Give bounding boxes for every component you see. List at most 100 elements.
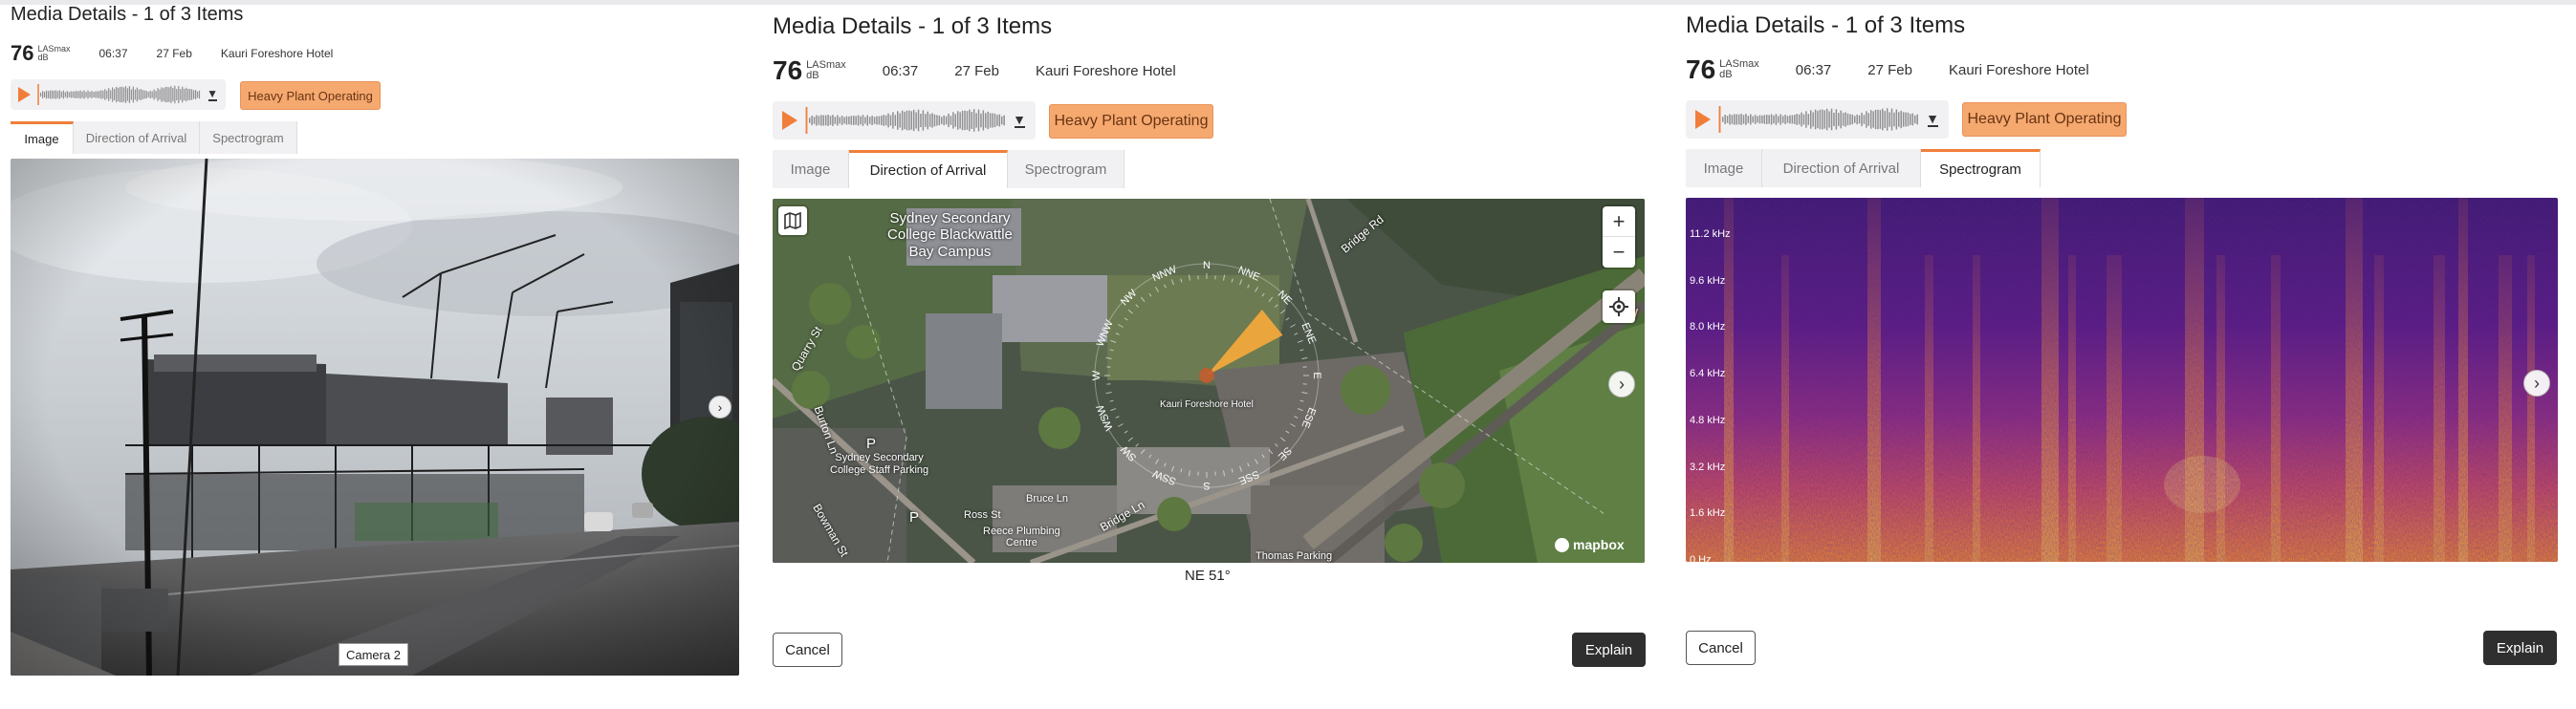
audio-waveform[interactable] — [36, 84, 201, 105]
level-unit: LASmax dB — [806, 60, 846, 81]
compass-label-w: W — [1091, 370, 1102, 380]
camera-photo — [11, 159, 739, 676]
audio-waveform[interactable] — [1717, 106, 1919, 133]
doa-readout: NE 51° — [1185, 568, 1231, 584]
chevron-right-icon: › — [2534, 373, 2540, 393]
unit-db: dB — [1719, 69, 1733, 80]
event-tag[interactable]: Heavy Plant Operating — [240, 81, 381, 110]
next-media-button[interactable]: › — [1608, 371, 1635, 397]
event-meta: 76 LASmax dB 06:37 27 Feb Kauri Foreshor… — [11, 41, 333, 66]
event-time: 06:37 — [1795, 61, 1832, 78]
frequency-label: 1.6 kHz — [1690, 507, 1726, 520]
event-location: Kauri Foreshore Hotel — [1948, 61, 2089, 78]
frequency-label: 4.8 kHz — [1690, 414, 1726, 426]
cancel-button[interactable]: Cancel — [1686, 631, 1756, 665]
event-date: 27 Feb — [954, 62, 999, 79]
level-value: 76 — [773, 55, 803, 85]
audio-waveform[interactable] — [804, 107, 1006, 134]
download-icon[interactable]: ▼ — [1926, 112, 1939, 127]
mapbox-attribution[interactable]: mapbox — [1555, 537, 1625, 552]
event-tag[interactable]: Heavy Plant Operating — [1049, 104, 1213, 139]
media-tabs: Image Direction of Arrival Spectrogram — [11, 121, 297, 154]
direction-compass: N NNENEENEEESESESSESSSWSWWSWWWNWNWNNW — [1091, 260, 1322, 491]
media-tabs: Image Direction of Arrival Spectrogram — [1686, 149, 2041, 187]
compass-label-ssw: SSW — [1151, 467, 1178, 487]
spectrogram-view: 11.2 kHz 9.6 kHz 8.0 kHz 6.4 kHz 4.8 kHz 3.2 … — [1686, 198, 2558, 562]
frequency-label: 6.4 kHz — [1690, 368, 1726, 380]
event-time: 06:37 — [882, 62, 919, 79]
compass-label-ese: ESE — [1299, 406, 1319, 430]
mapbox-logo-icon — [1555, 537, 1569, 552]
compass-label-nnw: NNW — [1151, 264, 1179, 284]
locate-button[interactable] — [1603, 290, 1635, 323]
tab-image[interactable]: Image — [11, 121, 74, 154]
locate-icon — [1609, 297, 1628, 316]
compass-label-wnw: WNW — [1095, 318, 1116, 349]
tab-spectrogram[interactable]: Spectrogram — [1921, 149, 2041, 187]
compass-label-se: SE — [1276, 444, 1294, 462]
compass-label-sse: SSE — [1237, 468, 1261, 487]
tab-direction-of-arrival[interactable]: Direction of Arrival — [849, 150, 1008, 188]
doa-map[interactable]: Sydney Secondary College Blackwattle Bay C… — [773, 199, 1645, 563]
cancel-button[interactable]: Cancel — [773, 633, 842, 667]
panel-title: Media Details - 1 of 3 Items — [773, 13, 1053, 39]
event-date: 27 Feb — [1867, 61, 1912, 78]
tab-direction-of-arrival[interactable]: Direction of Arrival — [74, 121, 200, 154]
panel-title: Media Details - 1 of 3 Items — [11, 4, 244, 25]
tab-image[interactable]: Image — [1686, 149, 1762, 187]
frequency-label: 8.0 kHz — [1690, 321, 1726, 333]
frequency-label: 11.2 kHz — [1690, 228, 1731, 240]
event-tag[interactable]: Heavy Plant Operating — [1962, 102, 2127, 137]
zoom-in-button[interactable]: + — [1603, 206, 1635, 237]
event-date: 27 Feb — [156, 47, 192, 60]
event-location: Kauri Foreshore Hotel — [220, 47, 334, 60]
download-icon[interactable]: ▼ — [1013, 113, 1026, 128]
level-value: 76 — [11, 41, 34, 65]
compass-label-nne: NNE — [1236, 265, 1261, 284]
compass-label-e: E — [1311, 372, 1322, 378]
chevron-right-icon: › — [717, 399, 723, 415]
unit-db: dB — [37, 53, 49, 62]
level-unit: LASmax dB — [1719, 59, 1759, 80]
play-icon[interactable] — [18, 87, 31, 102]
download-icon[interactable]: ▼ — [207, 88, 218, 101]
tab-image[interactable]: Image — [773, 150, 849, 188]
next-media-button[interactable]: › — [709, 396, 731, 419]
camera-image: Camera 2 › — [11, 159, 739, 676]
audio-player: ▼ — [1686, 100, 1949, 139]
audio-player: ▼ — [11, 79, 226, 110]
media-tabs: Image Direction of Arrival Spectrogram — [773, 150, 1124, 188]
spectrogram-image — [1686, 198, 2558, 562]
tab-spectrogram[interactable]: Spectrogram — [200, 121, 297, 154]
compass-label-ne: NE — [1276, 289, 1294, 307]
explain-button[interactable]: Explain — [1572, 633, 1646, 667]
play-icon[interactable] — [1695, 110, 1711, 129]
chevron-right-icon: › — [1619, 374, 1625, 394]
sensor-location-marker — [1199, 368, 1214, 383]
compass-label-n: N — [1203, 260, 1211, 271]
zoom-out-button[interactable]: − — [1603, 237, 1635, 268]
play-icon[interactable] — [782, 111, 797, 130]
level-value: 76 — [1686, 54, 1716, 84]
explain-button[interactable]: Explain — [2483, 631, 2557, 665]
top-divider — [0, 0, 2576, 5]
event-meta: 76 LASmax dB 06:37 27 Feb Kauri Foreshor… — [773, 55, 1176, 86]
compass-label-s: S — [1203, 480, 1210, 491]
event-meta: 76 LASmax dB 06:37 27 Feb Kauri Foreshor… — [1686, 54, 2089, 85]
map-style-button[interactable] — [778, 206, 807, 235]
frequency-label: 0 Hz — [1690, 553, 1712, 562]
tab-direction-of-arrival[interactable]: Direction of Arrival — [1762, 149, 1921, 187]
bearing-wedge — [1207, 310, 1283, 376]
level-unit: LASmax dB — [37, 45, 70, 62]
map-icon — [784, 212, 801, 229]
compass-label-wsw: WSW — [1095, 402, 1116, 432]
frequency-label: 9.6 kHz — [1690, 274, 1726, 287]
unit-db: dB — [806, 70, 819, 81]
tab-spectrogram[interactable]: Spectrogram — [1008, 150, 1124, 188]
frequency-label: 3.2 kHz — [1690, 461, 1726, 473]
compass-label-ene: ENE — [1299, 321, 1318, 345]
next-media-button[interactable]: › — [2523, 370, 2550, 397]
zoom-controls: + − — [1603, 206, 1635, 268]
panel-title: Media Details - 1 of 3 Items — [1686, 12, 1966, 38]
audio-player: ▼ — [773, 101, 1036, 140]
